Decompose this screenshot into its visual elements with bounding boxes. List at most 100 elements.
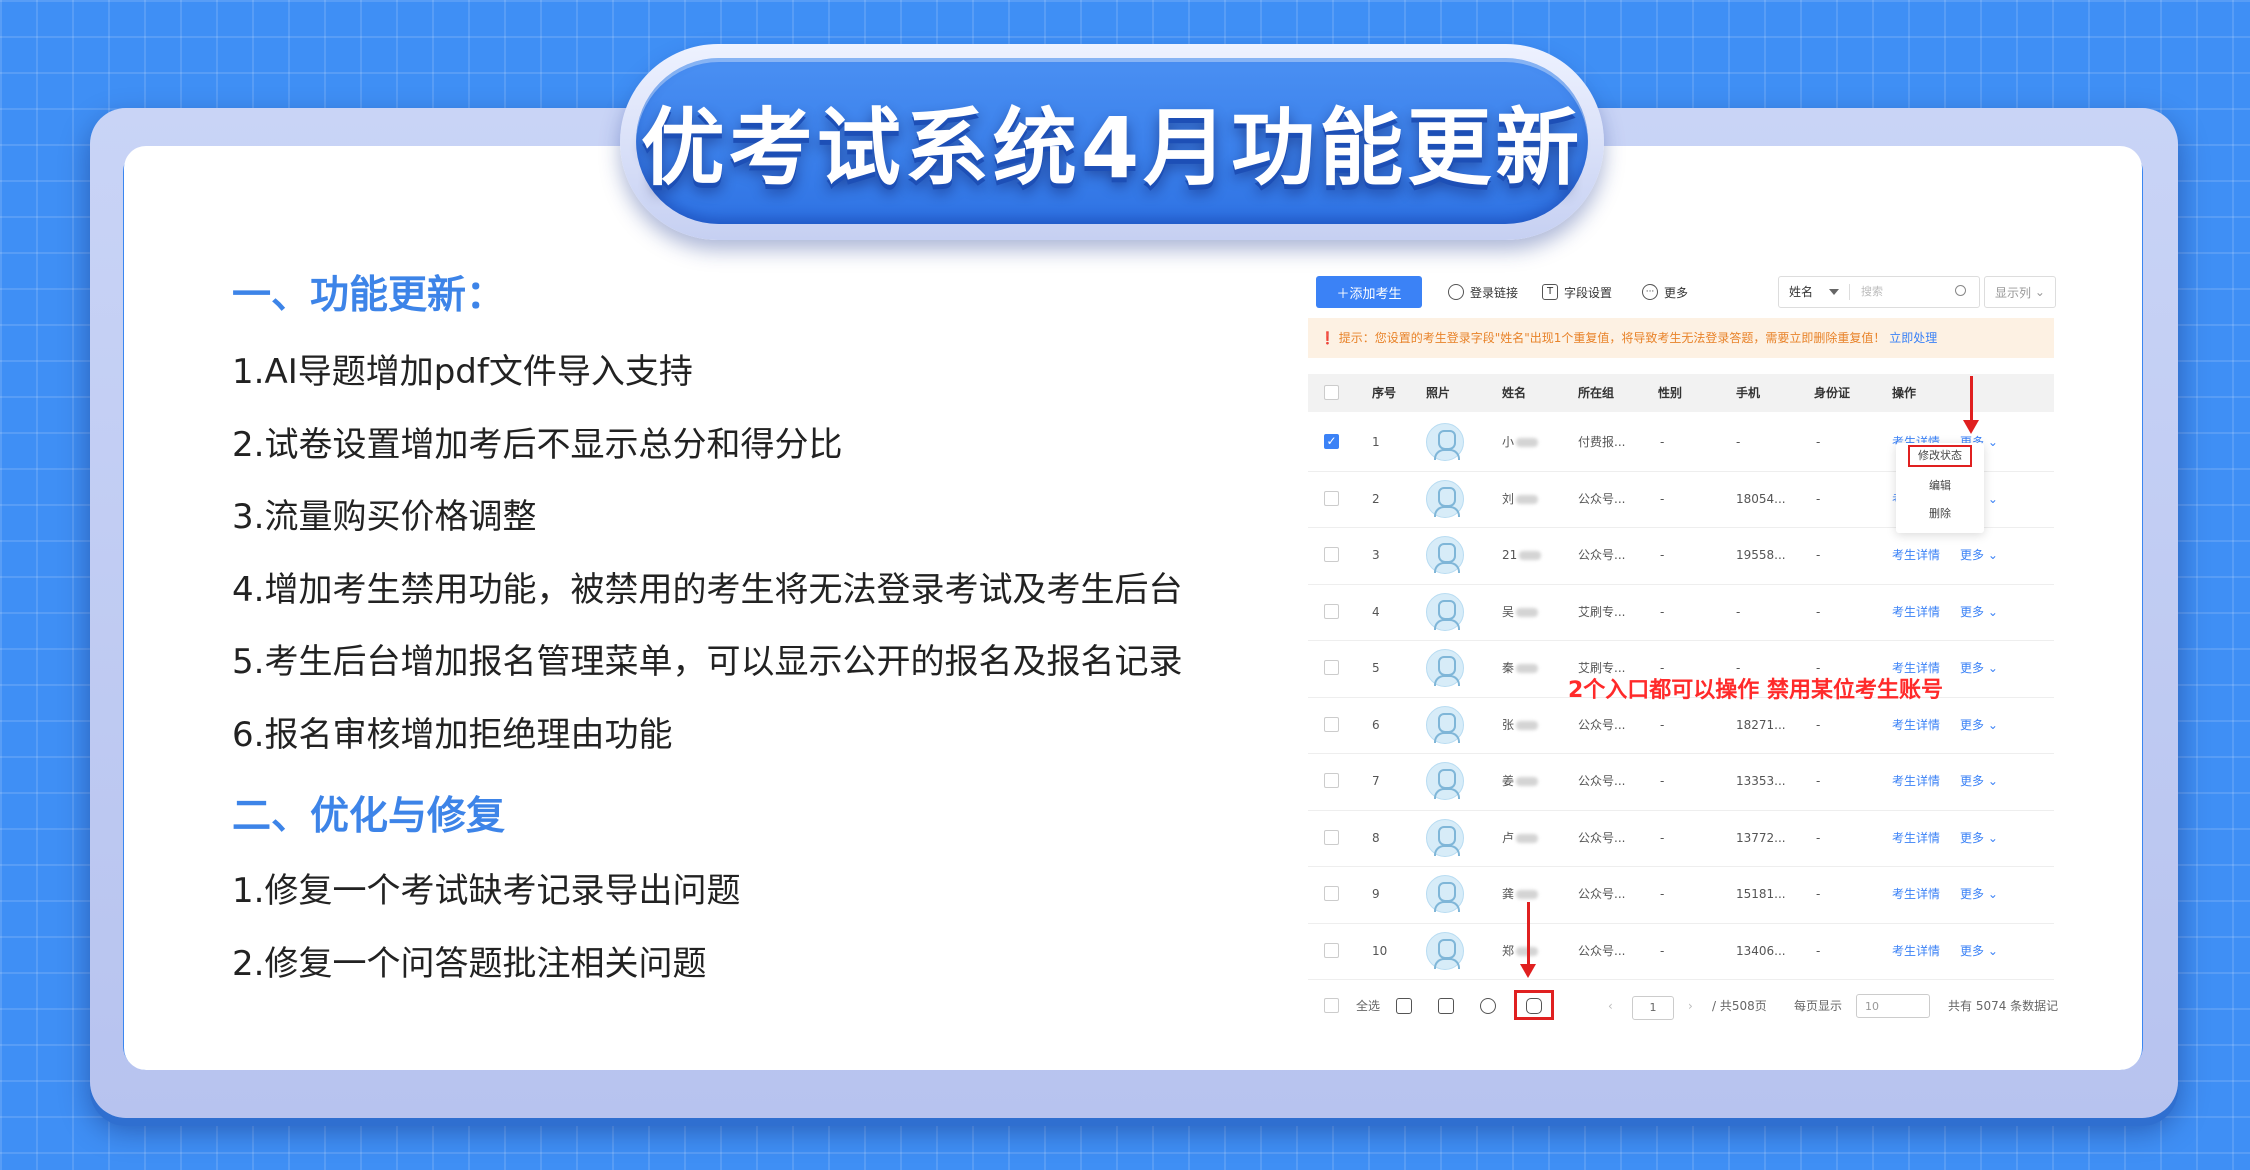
add-candidate-button[interactable]: ＋添加考生	[1316, 276, 1422, 308]
select-all-header-checkbox[interactable]	[1324, 385, 1339, 400]
dropdown-item-change-status[interactable]: 修改状态	[1896, 443, 1984, 469]
select-all-checkbox[interactable]	[1324, 998, 1339, 1013]
table-row[interactable]: 3 21 公众号... - 19558... - 考生详情 更多 ⌄	[1308, 527, 2054, 585]
row-more-dropdown[interactable]: 更多 ⌄	[1960, 697, 1998, 753]
table-row[interactable]: 9 龚 公众号... - 15181... - 考生详情 更多 ⌄	[1308, 866, 2054, 924]
more-dots-icon: ···	[1642, 284, 1658, 300]
row-more-dropdown[interactable]: 更多 ⌄	[1960, 866, 1998, 922]
total-pages: / 共508页	[1712, 999, 1767, 1013]
per-page-select[interactable]: 10	[1856, 994, 1930, 1018]
row-more-dropdown[interactable]: 更多 ⌄	[1960, 753, 1998, 809]
row-checkbox[interactable]	[1324, 716, 1339, 732]
dropdown-item-delete[interactable]: 删除	[1896, 501, 1984, 527]
row-more-dropdown[interactable]: 更多 ⌄	[1960, 584, 1998, 640]
candidate-id-card: -	[1816, 774, 1821, 788]
updates-list: 1.AI导题增加pdf文件导入支持 2.试卷设置增加考后不显示总分和得分比 3.…	[232, 336, 1182, 771]
row-more-dropdown[interactable]: 更多 ⌄	[1960, 923, 1998, 979]
row-checkbox[interactable]	[1324, 547, 1339, 562]
row-checkbox[interactable]	[1324, 660, 1339, 675]
candidate-detail-link[interactable]: 考生详情	[1892, 697, 1940, 753]
candidate-phone: 13406...	[1736, 943, 1786, 958]
candidate-detail-link[interactable]: 考生详情	[1892, 527, 1940, 583]
trash-icon[interactable]	[1396, 998, 1412, 1014]
more-menu-button[interactable]: ··· 更多	[1642, 276, 1688, 308]
prev-page-icon[interactable]: ‹	[1608, 988, 1613, 1024]
columns-button-label: 显示列	[1995, 285, 2032, 300]
candidate-phone: 13772...	[1736, 830, 1786, 845]
candidate-id-card: -	[1816, 717, 1821, 732]
candidate-detail-link[interactable]: 考生详情	[1892, 866, 1940, 922]
candidate-id-card: -	[1816, 435, 1821, 449]
table-row[interactable]: 4 吴 艾刷专... - - - 考生详情 更多 ⌄	[1308, 584, 2054, 641]
caret-down-icon	[1829, 289, 1839, 295]
candidate-gender: -	[1660, 604, 1665, 619]
search-field-select[interactable]: 姓名	[1789, 277, 1813, 307]
link-icon	[1448, 284, 1464, 300]
row-number: 4	[1372, 604, 1380, 619]
avatar-icon	[1426, 705, 1464, 744]
row-number: 9	[1372, 887, 1380, 901]
avatar-icon	[1426, 875, 1464, 913]
candidate-phone: 18054...	[1736, 491, 1786, 506]
column-header: 照片	[1426, 386, 1451, 400]
more-label: 更多	[1960, 774, 1985, 788]
candidate-detail-link[interactable]: 考生详情	[1892, 923, 1940, 979]
arrow-down-icon	[1963, 420, 1979, 434]
candidate-gender: -	[1660, 830, 1665, 845]
candidate-phone: 18271...	[1736, 717, 1786, 732]
login-link-button[interactable]: 登录链接	[1448, 276, 1518, 308]
section-title-fixes: 二、优化与修复	[232, 794, 506, 839]
duplicate-warning-banner: ❗ 提示：您设置的考生登录字段"姓名"出现1个重复值，将导致考生无法登录答题，需…	[1308, 318, 2054, 358]
candidate-name: 21	[1502, 527, 1542, 583]
row-more-dropdown[interactable]: 更多 ⌄	[1960, 640, 1998, 696]
candidate-detail-link[interactable]: 考生详情	[1892, 810, 1940, 866]
text-field-icon: T	[1542, 284, 1558, 300]
dropdown-item-edit[interactable]: 编辑	[1896, 473, 1984, 499]
columns-button[interactable]: 显示列 ⌄	[1984, 276, 2056, 308]
search-input[interactable]: 搜索	[1861, 277, 1883, 307]
candidate-id-card: -	[1816, 943, 1821, 958]
table-row[interactable]: 6 张 公众号... - 18271... - 考生详情 更多 ⌄	[1308, 697, 2054, 754]
row-checkbox[interactable]	[1324, 886, 1339, 901]
row-checkbox[interactable]	[1324, 829, 1339, 845]
name-text: 郑	[1502, 943, 1515, 958]
table-row[interactable]: 8 卢 公众号... - 13772... - 考生详情 更多 ⌄	[1308, 810, 2054, 867]
table-row[interactable]: 10 郑 公众号... - 13406... - 考生详情 更多 ⌄	[1308, 923, 2054, 980]
next-page-icon[interactable]: ›	[1688, 988, 1693, 1024]
row-more-dropdown[interactable]: 更多 ⌄	[1960, 527, 1998, 583]
candidate-detail-link[interactable]: 考生详情	[1892, 753, 1940, 809]
candidate-gender: -	[1660, 774, 1665, 788]
update-item: 6.报名审核增加拒绝理由功能	[232, 714, 673, 755]
column-header: 序号	[1372, 386, 1397, 400]
candidate-group: 公众号...	[1578, 887, 1626, 901]
row-number: 2	[1372, 491, 1380, 506]
candidate-phone: -	[1736, 435, 1741, 449]
fix-now-link[interactable]: 立即处理	[1889, 331, 1937, 345]
row-number: 8	[1372, 830, 1380, 845]
row-number: 7	[1372, 774, 1380, 788]
candidate-id-card: -	[1816, 887, 1821, 901]
row-more-dropdown[interactable]: 更多 ⌄	[1960, 810, 1998, 866]
table-row[interactable]: 7 姜 公众号... - 13353... - 考生详情 更多 ⌄	[1308, 753, 2054, 811]
row-checkbox[interactable]	[1324, 942, 1339, 958]
highlight-box	[1908, 445, 1972, 467]
table-header: 序号 照片 姓名 所在组 性别 手机 身份证 操作	[1308, 374, 2054, 412]
row-checkbox[interactable]: ✓	[1324, 434, 1339, 449]
field-settings-button[interactable]: T 字段设置	[1542, 276, 1612, 308]
row-checkbox[interactable]	[1324, 773, 1339, 788]
folder-icon[interactable]	[1438, 998, 1454, 1014]
page-input[interactable]: 1	[1632, 996, 1674, 1020]
candidate-id-card: -	[1816, 830, 1821, 845]
field-settings-label: 字段设置	[1564, 285, 1613, 300]
candidate-detail-link[interactable]: 考生详情	[1892, 584, 1940, 640]
row-number: 10	[1372, 943, 1388, 958]
row-checkbox[interactable]	[1324, 603, 1339, 619]
candidate-name: 刘	[1502, 471, 1539, 527]
column-header: 身份证	[1814, 386, 1851, 400]
edit-icon[interactable]	[1480, 998, 1496, 1014]
warning-text: ❗ 提示：您设置的考生登录字段"姓名"出现1个重复值，将导致考生无法登录答题，需…	[1320, 331, 1886, 345]
row-checkbox[interactable]	[1324, 490, 1339, 506]
name-text: 21	[1502, 548, 1518, 562]
more-label: 更多	[1960, 548, 1985, 562]
search-icon[interactable]	[1955, 285, 1966, 296]
